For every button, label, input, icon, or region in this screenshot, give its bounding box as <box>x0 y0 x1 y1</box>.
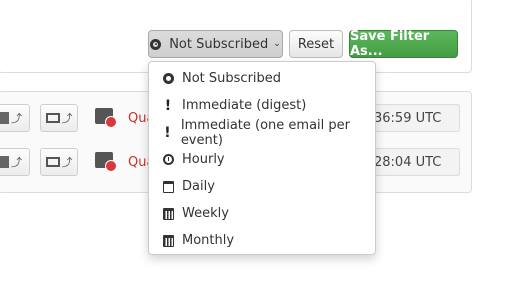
calendar-icon <box>162 180 174 193</box>
timestamp: 36:59 UTC <box>372 104 460 132</box>
document-icon <box>0 156 9 168</box>
menu-item-not-subscribed[interactable]: Not Subscribed <box>149 65 375 92</box>
menu-item-label: Daily <box>182 179 215 194</box>
circle-icon <box>162 73 174 84</box>
branch-icon: ⤴ <box>61 112 73 125</box>
monitor-branch-button[interactable]: ⤴ <box>40 148 78 176</box>
branch-icon: ⤴ <box>61 156 73 169</box>
monitor-icon <box>45 157 60 167</box>
menu-item-label: Monthly <box>182 233 235 248</box>
quarantine-icon <box>95 108 117 128</box>
exclamation-icon: ! <box>164 97 172 114</box>
menu-item-label: Hourly <box>182 152 225 167</box>
calendar-grid-icon <box>162 234 174 247</box>
branch-icon: ⤴ <box>11 112 22 125</box>
document-branch-button[interactable]: ⤴ <box>0 148 30 176</box>
subscription-label: Not Subscribed <box>169 36 269 52</box>
chevron-down-icon: ⌄ <box>273 39 281 49</box>
menu-item-daily[interactable]: Daily <box>149 173 375 200</box>
quarantine-icon <box>95 152 117 172</box>
menu-item-label: Weekly <box>182 206 229 221</box>
menu-item-label: Immediate (digest) <box>182 98 307 113</box>
menu-item-weekly[interactable]: Weekly <box>149 200 375 227</box>
document-branch-button[interactable]: ⤴ <box>0 104 30 132</box>
calendar-grid-icon <box>162 207 174 220</box>
branch-icon: ⤴ <box>11 156 22 169</box>
subscription-menu: Not Subscribed ! Immediate (digest) ! Im… <box>148 61 376 255</box>
save-filter-button[interactable]: Save Filter As... <box>349 29 458 59</box>
menu-item-monthly[interactable]: Monthly <box>149 227 375 254</box>
exclamation-icon: ! <box>164 124 171 141</box>
clock-icon <box>162 154 174 165</box>
menu-item-immediate-digest[interactable]: ! Immediate (digest) <box>149 92 375 119</box>
timestamp: 28:04 UTC <box>372 148 460 176</box>
monitor-branch-button[interactable]: ⤴ <box>40 104 78 132</box>
subscription-dropdown-button[interactable]: Not Subscribed ⌄ <box>148 30 283 58</box>
menu-item-hourly[interactable]: Hourly <box>149 146 375 173</box>
menu-item-immediate-per-event[interactable]: ! Immediate (one email per event) <box>149 117 375 148</box>
menu-item-label: Not Subscribed <box>182 71 282 86</box>
document-icon <box>0 112 9 124</box>
monitor-icon <box>45 113 60 123</box>
reset-button[interactable]: Reset <box>289 30 343 58</box>
menu-item-label: Immediate (one email per event) <box>180 117 351 148</box>
not-subscribed-icon <box>150 38 162 50</box>
